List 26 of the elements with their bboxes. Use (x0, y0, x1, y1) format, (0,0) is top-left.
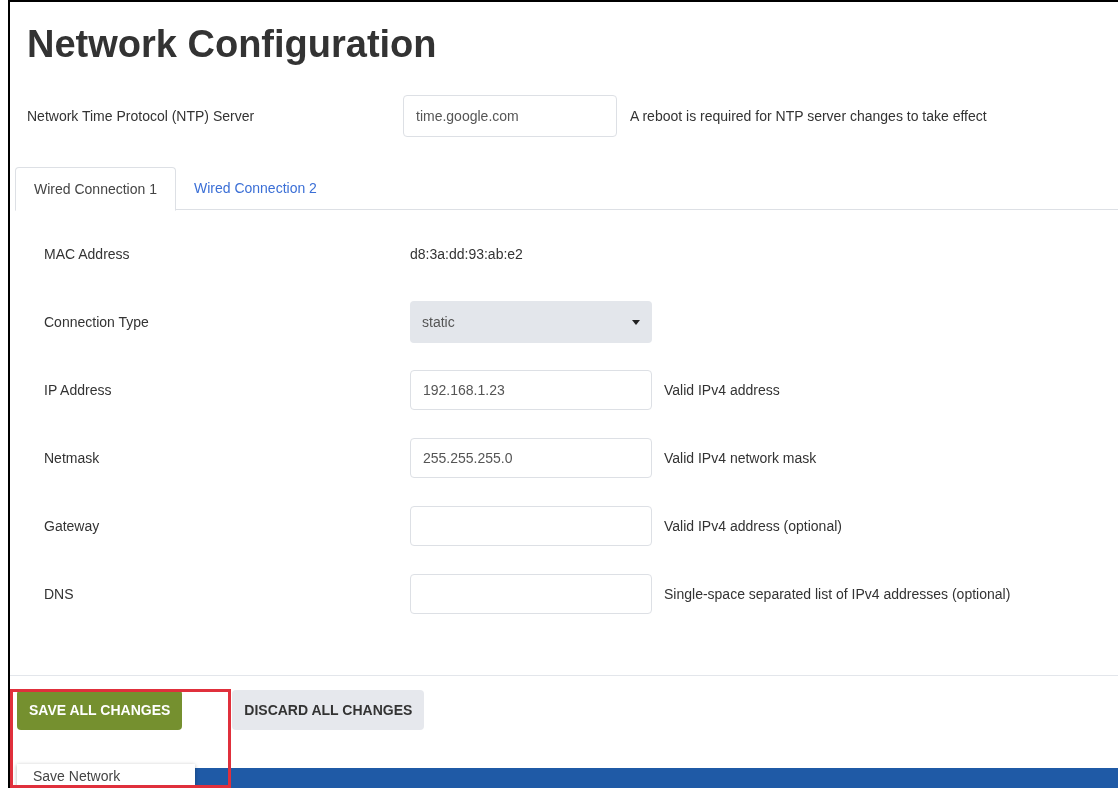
field-hint: Single-space separated list of IPv4 addresses (optional) (664, 584, 1011, 604)
field-label: Network Time Protocol (NTP) Server (27, 106, 256, 126)
tab[interactable]: Wired Connection 2 (175, 167, 335, 210)
field-label: Connection Type (44, 312, 150, 332)
field-hint: Valid IPv4 address (optional) (664, 516, 842, 536)
caret-icon (632, 319, 640, 325)
field-hint: Valid IPv4 address (664, 380, 780, 400)
field-label: IP Address (44, 380, 113, 400)
tab[interactable]: Wired Connection 1 (15, 167, 176, 211)
input-field[interactable] (410, 506, 652, 546)
field-label: Gateway (44, 516, 101, 536)
field-hint: A reboot is required for NTP server changes to take effect (630, 106, 987, 126)
page-title: Network Configuration (27, 22, 437, 67)
save-button[interactable]: SAVE ALL CHANGES (17, 690, 183, 730)
field-hint: Valid IPv4 network mask (664, 448, 817, 468)
menu-item[interactable]: Save Network (17, 764, 195, 788)
input-field[interactable] (410, 574, 652, 614)
connection-type-select[interactable]: static (410, 301, 652, 343)
input-field[interactable]: 192.168.1.23 (410, 370, 652, 410)
discard-button[interactable]: DISCARD ALL CHANGES (232, 690, 425, 730)
input-field[interactable]: 255.255.255.0 (410, 438, 652, 478)
field-label: Netmask (44, 448, 101, 468)
field-label: DNS (44, 584, 75, 604)
field-label: MAC Address (44, 244, 131, 264)
field-value: d8:3a:dd:93:ab:e2 (410, 244, 523, 264)
ntp-server-field[interactable]: time.google.com (403, 95, 617, 137)
